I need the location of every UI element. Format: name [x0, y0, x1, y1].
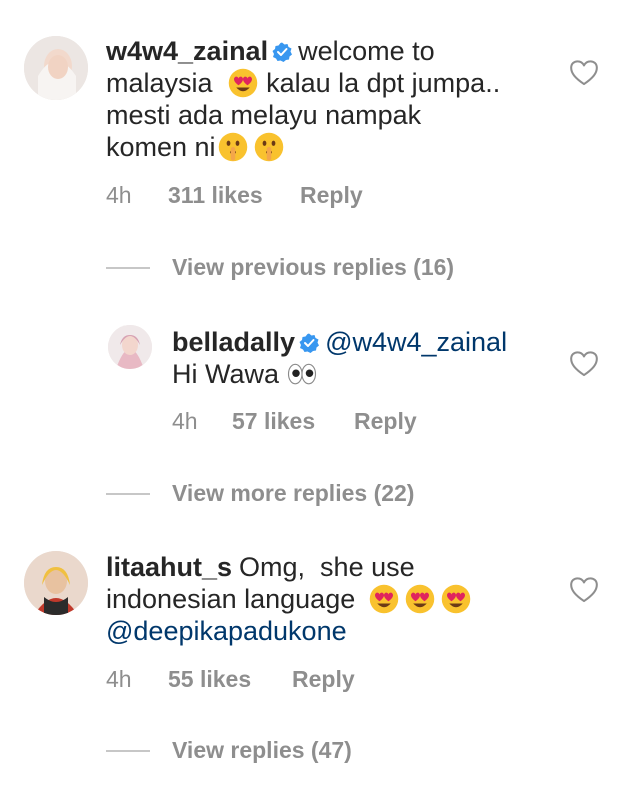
verified-icon — [272, 42, 292, 62]
comment-line: Hi Wawa — [172, 359, 280, 389]
comment-line: kalau la dpt jumpa.. — [266, 68, 501, 98]
mention-link[interactable]: @deepikapadukone — [106, 616, 347, 646]
heart-eyes-emoji-icon — [369, 584, 399, 614]
comment-time: 4h — [172, 408, 198, 434]
divider — [106, 267, 150, 269]
verified-icon — [299, 333, 319, 353]
like-heart-icon[interactable] — [570, 577, 598, 603]
comment-meta: 4h 311 likes Reply — [106, 182, 506, 210]
avatar-photo — [24, 36, 88, 100]
avatar[interactable] — [24, 551, 88, 615]
comment-username[interactable]: belladally — [172, 327, 295, 357]
comment-line: indonesian language — [106, 584, 356, 614]
shushing-face-emoji-icon — [218, 132, 248, 162]
reply-button[interactable]: Reply — [300, 182, 363, 209]
avatar-photo — [24, 551, 88, 615]
comment-meta: 4h 55 likes Reply — [106, 666, 506, 694]
like-heart-icon[interactable] — [570, 351, 598, 377]
comment-time: 4h — [106, 182, 132, 208]
comment-time: 4h — [106, 666, 132, 692]
comment-line: mesti ada melayu nampak — [106, 100, 422, 130]
view-replies-link[interactable]: View more replies (22) — [172, 480, 414, 507]
comment-line: Omg, she use — [239, 552, 415, 582]
likes-count[interactable]: 55 likes — [168, 666, 251, 693]
comment-text: belladally @w4w4_zainal Hi Wawa — [172, 326, 552, 390]
like-heart-icon[interactable] — [570, 60, 598, 86]
divider — [106, 493, 150, 495]
likes-count[interactable]: 311 likes — [168, 182, 263, 209]
comment-meta: 4h 57 likes Reply — [172, 408, 552, 436]
divider — [106, 750, 150, 752]
comment-username[interactable]: w4w4_zainal — [106, 36, 268, 66]
likes-count[interactable]: 57 likes — [232, 408, 315, 435]
view-replies-link[interactable]: View previous replies (16) — [172, 254, 454, 281]
eyes-emoji-icon — [287, 359, 317, 389]
mention-link[interactable]: @w4w4_zainal — [325, 327, 507, 357]
avatar[interactable] — [108, 325, 152, 369]
comment-line: welcome to — [298, 36, 435, 66]
avatar-photo — [108, 325, 152, 369]
heart-eyes-emoji-icon — [228, 68, 258, 98]
comment-text: litaahut_s Omg, she use indonesian langua… — [106, 551, 546, 647]
comment-line: komen ni — [106, 132, 216, 162]
reply-button[interactable]: Reply — [292, 666, 355, 693]
avatar[interactable] — [24, 36, 88, 100]
heart-eyes-emoji-icon — [441, 584, 471, 614]
comment-username[interactable]: litaahut_s — [106, 552, 232, 582]
reply-button[interactable]: Reply — [354, 408, 417, 435]
comment-line: malaysia — [106, 68, 213, 98]
comment-text: w4w4_zainal welcome to malaysia kalau la … — [106, 35, 556, 163]
shushing-face-emoji-icon — [254, 132, 284, 162]
view-replies-link[interactable]: View replies (47) — [172, 737, 352, 764]
heart-eyes-emoji-icon — [405, 584, 435, 614]
